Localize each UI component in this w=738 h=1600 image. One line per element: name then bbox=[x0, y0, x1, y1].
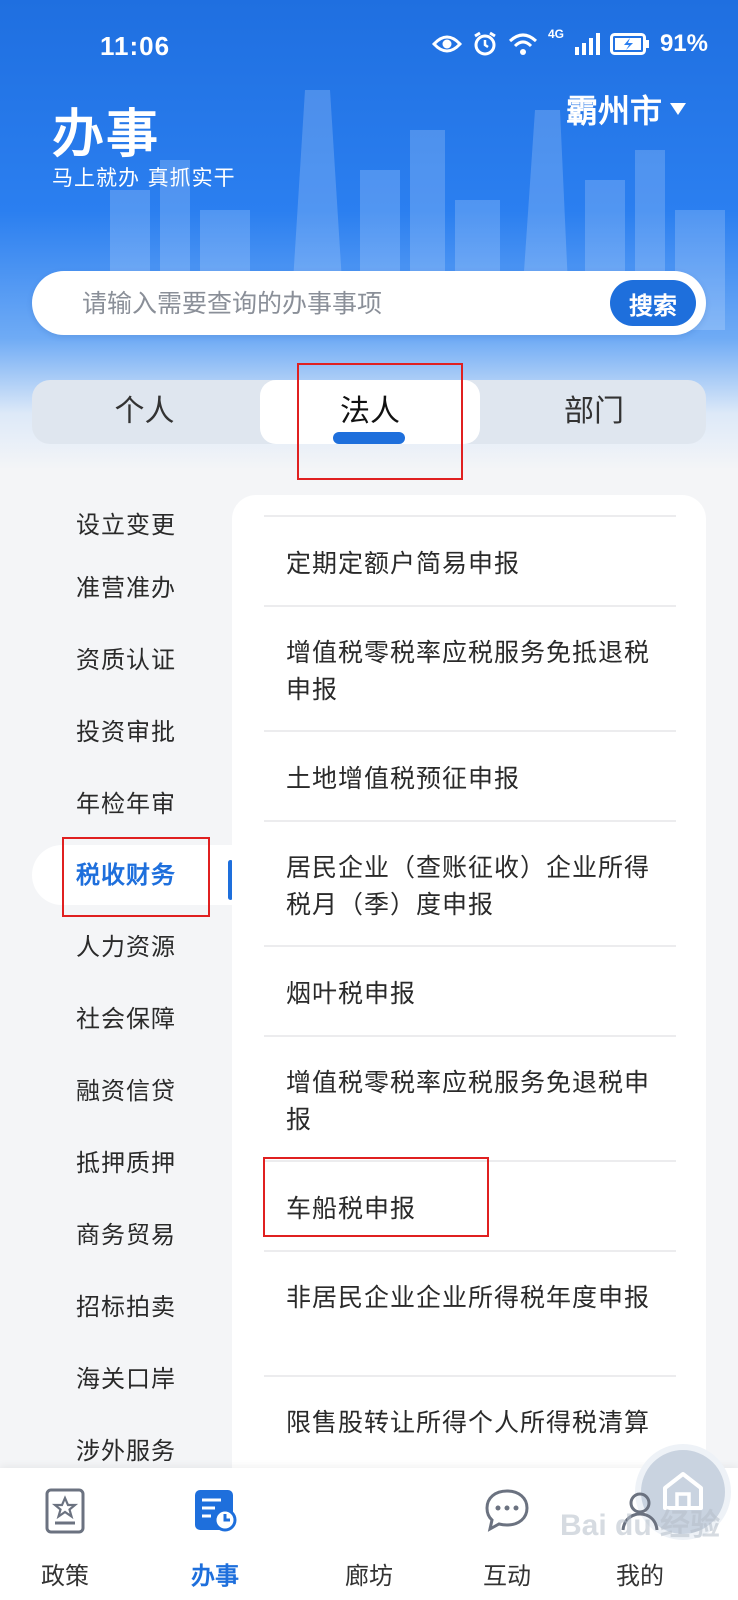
status-icons: 4G 91% bbox=[431, 27, 708, 58]
battery-charging-icon bbox=[609, 33, 649, 55]
service-item[interactable]: 限售股转让所得个人所得税清算 bbox=[286, 1404, 666, 1441]
nav-interaction[interactable]: 互动 bbox=[452, 1468, 562, 1600]
nav-label: 互动 bbox=[483, 1562, 531, 1590]
policy-icon bbox=[45, 1488, 85, 1534]
nav-label: 廊坊 bbox=[345, 1562, 393, 1590]
service-item[interactable]: 土地增值税预征申报 bbox=[286, 760, 666, 797]
annotation-box-tab bbox=[297, 363, 463, 480]
status-time: 11:06 bbox=[100, 31, 171, 61]
divider bbox=[264, 1035, 676, 1037]
city-selector[interactable]: 霸州市 bbox=[566, 86, 686, 132]
divider bbox=[264, 605, 676, 607]
wifi-icon bbox=[508, 33, 537, 55]
category-item[interactable]: 年检年审 bbox=[0, 774, 232, 834]
annotation-box-category bbox=[62, 837, 210, 917]
divider bbox=[264, 1375, 676, 1377]
city-name: 霸州市 bbox=[565, 92, 662, 130]
category-item[interactable]: 社会保障 bbox=[0, 989, 232, 1049]
status-bar: 11:06 4G 91% bbox=[0, 27, 738, 68]
alarm-icon bbox=[474, 31, 496, 56]
service-item[interactable]: 增值税零税率应税服务免退税申报 bbox=[286, 1064, 666, 1138]
battery-level: 91% bbox=[659, 30, 708, 57]
chat-icon bbox=[485, 1489, 529, 1532]
nav-home-langfang[interactable]: 廊坊 bbox=[314, 1444, 731, 1600]
divider bbox=[264, 820, 676, 822]
category-item[interactable]: 抵押质押 bbox=[0, 1133, 232, 1193]
category-item[interactable]: 资质认证 bbox=[0, 630, 232, 690]
category-item[interactable]: 商务贸易 bbox=[0, 1205, 232, 1265]
nav-label: 政策 bbox=[41, 1562, 89, 1590]
tab-department[interactable]: 部门 bbox=[482, 380, 706, 444]
category-item[interactable]: 人力资源 bbox=[0, 917, 232, 977]
signal-icon bbox=[574, 33, 600, 55]
service-item[interactable]: 增值税零税率应税服务免抵退税申报 bbox=[286, 634, 666, 708]
watermark: Bai du 经验 bbox=[560, 1509, 721, 1542]
search-bar: 搜索 bbox=[32, 271, 706, 335]
nav-service[interactable]: 办事 bbox=[160, 1468, 270, 1600]
category-item[interactable]: 准营准办 bbox=[0, 558, 232, 618]
service-item[interactable]: 烟叶税申报 bbox=[286, 975, 666, 1012]
divider bbox=[264, 1250, 676, 1252]
service-icon bbox=[195, 1490, 237, 1532]
category-item[interactable]: 海关口岸 bbox=[0, 1349, 232, 1409]
annotation-box-item bbox=[263, 1157, 489, 1237]
service-item-panel: 定期定额户简易申报 增值税零税率应税服务免抵退税申报 土地增值税预征申报 居民企… bbox=[232, 495, 706, 1495]
category-item[interactable]: 投资审批 bbox=[0, 702, 232, 762]
category-item[interactable]: 设立变更 bbox=[0, 495, 232, 555]
category-item[interactable]: 招标拍卖 bbox=[0, 1277, 232, 1337]
service-item[interactable]: 定期定额户简易申报 bbox=[286, 545, 666, 582]
divider bbox=[264, 515, 676, 517]
nav-label: 我的 bbox=[616, 1562, 664, 1590]
nav-label: 办事 bbox=[191, 1562, 239, 1590]
network-type: 4G bbox=[547, 27, 564, 41]
page-slogan: 马上就办 真抓实干 bbox=[52, 166, 236, 190]
eye-icon bbox=[431, 35, 462, 53]
category-item[interactable]: 融资信贷 bbox=[0, 1061, 232, 1121]
service-item[interactable]: 居民企业（查账征收）企业所得税月（季）度申报 bbox=[286, 849, 666, 923]
search-input[interactable] bbox=[82, 271, 582, 335]
service-item[interactable]: 非居民企业企业所得税年度申报 bbox=[286, 1279, 666, 1316]
search-button[interactable]: 搜索 bbox=[610, 280, 696, 326]
nav-policy[interactable]: 政策 bbox=[10, 1468, 120, 1600]
tab-personal[interactable]: 个人 bbox=[32, 380, 257, 444]
divider bbox=[264, 730, 676, 732]
page-title: 办事 bbox=[52, 105, 161, 165]
divider bbox=[264, 945, 676, 947]
caret-down-icon bbox=[670, 103, 686, 115]
